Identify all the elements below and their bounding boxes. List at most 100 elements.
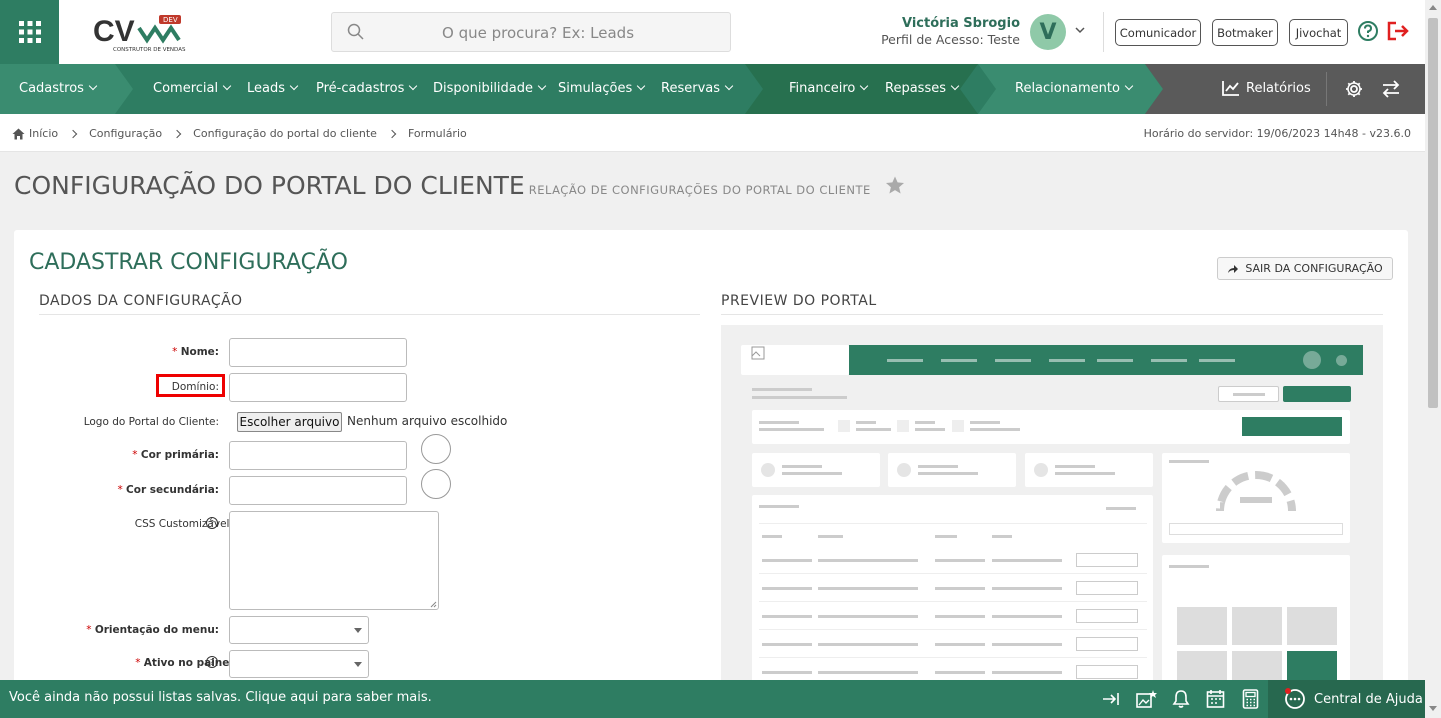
divider — [1103, 12, 1104, 52]
nav-comercial[interactable]: Comercial — [153, 81, 232, 96]
comunicador-button[interactable]: Comunicador — [1115, 19, 1201, 46]
label-nome: * Nome: — [172, 346, 219, 358]
chevron-right-icon — [172, 129, 182, 138]
choose-file-button[interactable]: Escolher arquivo — [237, 412, 342, 432]
calendar-icon[interactable] — [1206, 689, 1225, 709]
nav-repasses[interactable]: Repasses — [885, 81, 960, 96]
cor-secundaria-input[interactable] — [229, 476, 407, 505]
nav-cadastros[interactable]: Cadastros — [19, 81, 98, 96]
server-time: Horário do servidor: 19/06/2023 14h48 - … — [1143, 127, 1411, 140]
scrollbar-thumb[interactable] — [1428, 18, 1438, 408]
chevron-down-icon — [409, 81, 418, 91]
preview-cell — [762, 587, 812, 590]
nav-relatorios[interactable]: Relatórios — [1222, 80, 1311, 96]
nav-leads[interactable]: Leads — [247, 81, 299, 96]
star-icon[interactable] — [885, 176, 905, 195]
preview-col-header — [818, 535, 843, 538]
divider — [759, 573, 1147, 574]
chevron-down-icon[interactable] — [1074, 25, 1086, 35]
crumb-inicio[interactable]: Início — [29, 127, 58, 140]
calculator-icon[interactable] — [1242, 689, 1259, 709]
caret-down-icon — [354, 662, 362, 667]
form-card: CADASTRAR CONFIGURAÇÃO SAIR DA CONFIGURA… — [14, 230, 1408, 690]
help-icon[interactable] — [1357, 20, 1379, 42]
chevron-right-icon — [68, 129, 78, 138]
section-title-dados: DADOS DA CONFIGURAÇÃO — [39, 293, 243, 309]
preview-row-button — [1076, 553, 1138, 567]
preview-header — [849, 345, 1363, 375]
crumb-formulario: Formulário — [407, 127, 467, 140]
preview-cell — [762, 643, 812, 646]
page-scrollbar[interactable] — [1425, 0, 1441, 718]
saved-lists-message[interactable]: Você ainda não possui listas salvas. Cli… — [9, 690, 432, 705]
help-center-button[interactable]: Central de Ajuda — [1268, 680, 1425, 718]
image-star-icon[interactable] — [1136, 689, 1158, 709]
gear-icon[interactable] — [1345, 80, 1363, 98]
css-textarea[interactable] — [229, 511, 439, 610]
crumb-portal[interactable]: Configuração do portal do cliente — [193, 127, 377, 140]
nav-simulacoes[interactable]: Simulações — [558, 81, 646, 96]
preview-cell — [935, 587, 985, 590]
breadcrumb: Início Configuração Configuração do port… — [0, 114, 1425, 152]
preview-cell — [762, 615, 812, 618]
avatar[interactable]: V — [1030, 14, 1066, 50]
preview-row-button — [1076, 637, 1138, 651]
search-placeholder: O que procura? Ex: Leads — [442, 24, 635, 42]
divider — [759, 657, 1147, 658]
user-profile: Perfil de Acesso: Teste — [881, 32, 1020, 47]
color-swatch-secondary[interactable] — [421, 469, 451, 499]
preview-cell — [935, 559, 985, 562]
preview-row-button — [1076, 665, 1138, 679]
nav-relacionamento[interactable]: Relacionamento — [1015, 81, 1134, 96]
top-bar: CV DEV CONSTRUTOR DE VENDAS O que procur… — [0, 0, 1425, 64]
nav-reservas[interactable]: Reservas — [661, 81, 734, 96]
color-swatch-primary[interactable] — [421, 434, 451, 464]
svg-text:CV: CV — [93, 15, 135, 48]
bell-icon[interactable] — [1172, 689, 1190, 709]
divider — [39, 314, 700, 315]
ativo-select[interactable] — [229, 650, 369, 678]
preview-row-button — [1076, 581, 1138, 595]
page-subtitle: RELAÇÃO DE CONFIGURAÇÕES DO PORTAL DO CL… — [528, 183, 871, 197]
main-nav: Cadastros Comercial Leads Pré-cadastros … — [0, 64, 1425, 114]
preview-cell — [818, 559, 918, 562]
dominio-input[interactable] — [229, 373, 407, 402]
nav-disponibilidade[interactable]: Disponibilidade — [433, 81, 547, 96]
grid-icon — [18, 21, 41, 43]
svg-text:CONSTRUTOR DE VENDAS: CONSTRUTOR DE VENDAS — [113, 47, 186, 53]
help-icon[interactable]: ? — [206, 517, 218, 529]
divider — [1326, 72, 1327, 106]
preview-cell — [762, 559, 812, 562]
apps-grid-button[interactable] — [0, 0, 59, 64]
nav-pre-cadastros[interactable]: Pré-cadastros — [316, 81, 418, 96]
chevron-down-icon — [950, 81, 960, 91]
nav-financeiro[interactable]: Financeiro — [789, 81, 869, 96]
help-icon[interactable]: ? — [206, 656, 218, 668]
botmaker-button[interactable]: Botmaker — [1212, 19, 1278, 46]
preview-cell — [935, 615, 985, 618]
cv-logo[interactable]: CV DEV CONSTRUTOR DE VENDAS — [93, 12, 188, 54]
logout-icon[interactable] — [1386, 20, 1410, 42]
resize-handle-icon[interactable] — [430, 601, 437, 608]
preview-cell — [992, 587, 1062, 590]
nome-input[interactable] — [229, 338, 407, 367]
collapse-right-icon[interactable] — [1101, 689, 1121, 709]
section-title-preview: PREVIEW DO PORTAL — [721, 293, 877, 309]
divider — [759, 629, 1147, 630]
jivochat-button[interactable]: Jivochat — [1289, 19, 1348, 46]
cor-primaria-input[interactable] — [229, 441, 407, 470]
crumb-configuracao[interactable]: Configuração — [89, 127, 162, 140]
exit-config-button[interactable]: SAIR DA CONFIGURAÇÃO — [1217, 257, 1393, 280]
global-search[interactable]: O que procura? Ex: Leads — [331, 12, 731, 52]
scroll-down-arrow[interactable] — [1429, 706, 1437, 711]
bottom-bar: Você ainda não possui listas salvas. Cli… — [0, 680, 1425, 718]
chart-line-icon — [1222, 81, 1239, 96]
orientacao-select[interactable] — [229, 616, 369, 644]
scroll-up-arrow[interactable] — [1429, 5, 1437, 10]
preview-cell — [818, 643, 918, 646]
swap-icon[interactable] — [1381, 80, 1401, 98]
card-title: CADASTRAR CONFIGURAÇÃO — [29, 250, 348, 275]
user-name[interactable]: Victória Sbrogio — [902, 16, 1020, 31]
svg-text:DEV: DEV — [163, 16, 178, 24]
preview-cell — [992, 615, 1062, 618]
